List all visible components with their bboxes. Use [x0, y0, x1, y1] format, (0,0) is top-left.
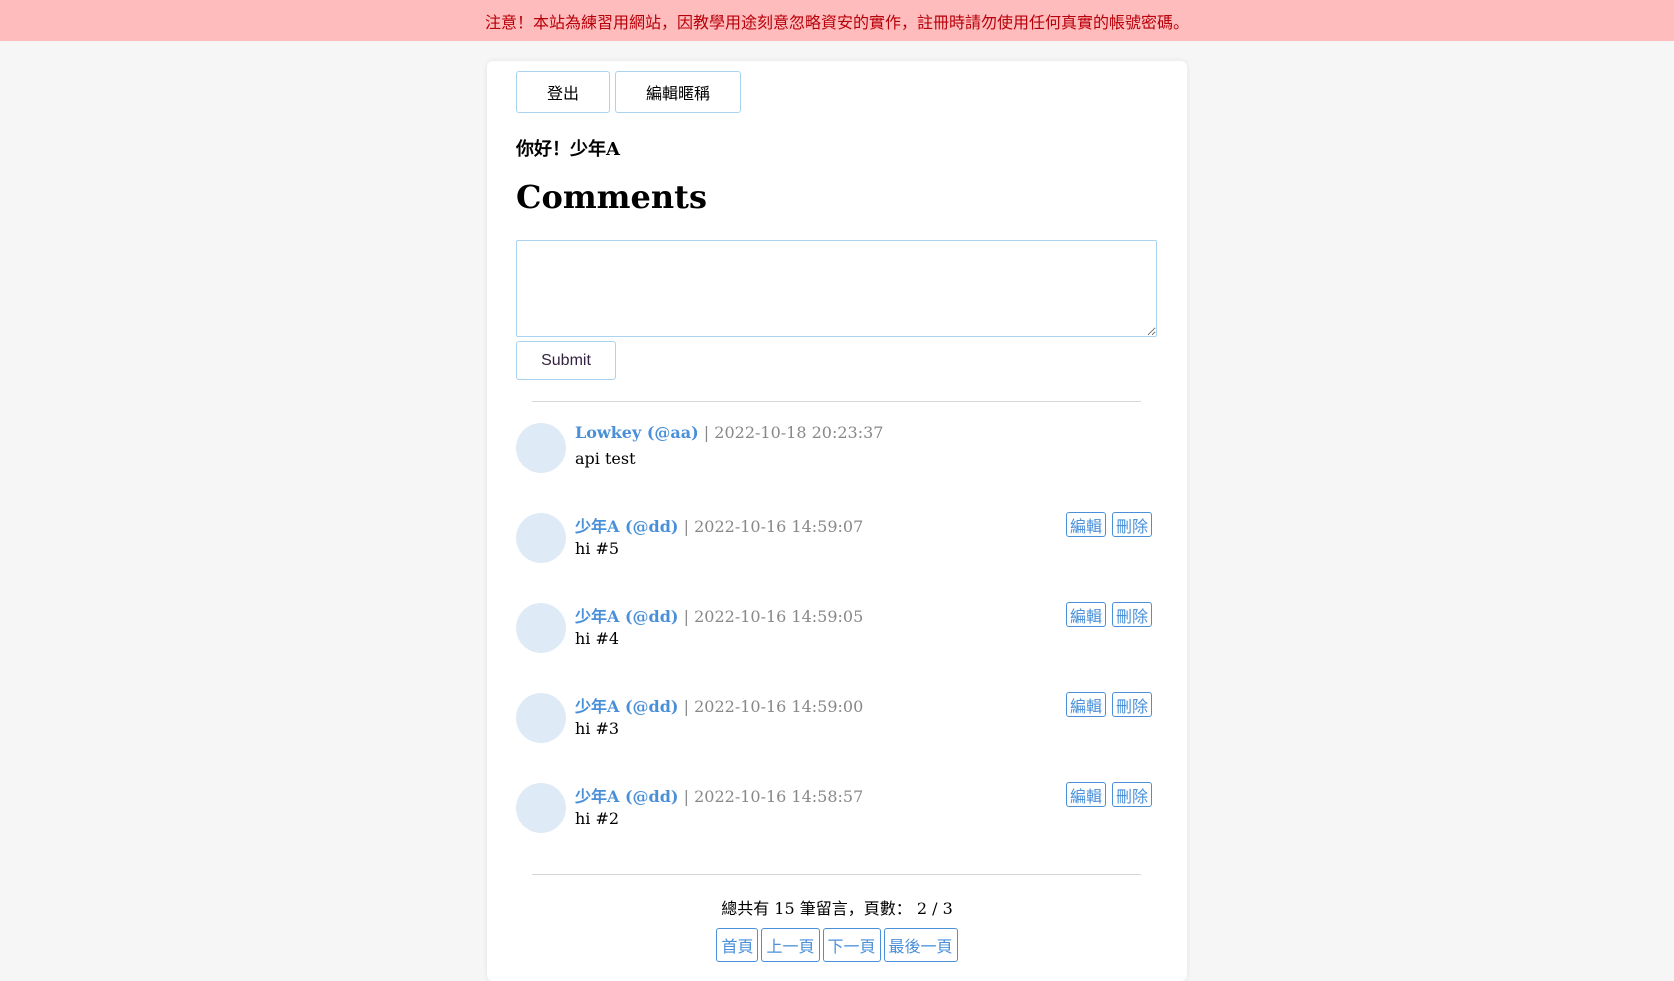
edit-nickname-button[interactable]: 編輯暱稱 — [615, 71, 741, 113]
comment-actions: 編輯 刪除 — [1065, 692, 1152, 717]
delete-comment-button[interactable]: 刪除 — [1111, 602, 1152, 627]
prev-page-button[interactable]: 上一頁 — [761, 928, 820, 962]
comment-content: hi #5 — [575, 539, 620, 558]
comment-content: hi #3 — [575, 719, 620, 738]
delete-comment-button[interactable]: 刪除 — [1111, 692, 1152, 717]
comment-header: 少年A (@dd) | 2022-10-16 14:59:07 — [575, 513, 863, 537]
comment-header: 少年A (@dd) | 2022-10-16 14:58:57 — [575, 783, 863, 807]
comment-time: 2022-10-16 14:59:05 — [694, 607, 864, 626]
comment-actions: 編輯 刪除 — [1065, 512, 1152, 537]
pagination: 首頁 上一頁 下一頁 最後一頁 — [487, 928, 1187, 962]
comment-separator: | — [703, 423, 710, 442]
comment-item: 少年A (@dd) | 2022-10-16 14:58:57 hi #2 編輯… — [516, 782, 1157, 843]
comment-author: 少年A (@dd) — [575, 607, 679, 626]
avatar — [516, 783, 566, 833]
comment-content: api test — [575, 449, 636, 468]
comment-actions: 編輯 刪除 — [1065, 602, 1152, 627]
warning-text: 注意！本站為練習用網站，因教學用途刻意忽略資安的實作，註冊時請勿使用任何真實的帳… — [484, 12, 1189, 32]
comment-header: 少年A (@dd) | 2022-10-16 14:59:05 — [575, 603, 863, 627]
avatar — [516, 693, 566, 743]
comment-author: 少年A (@dd) — [575, 787, 679, 806]
last-page-button[interactable]: 最後一頁 — [883, 928, 958, 962]
divider-bottom — [532, 874, 1141, 875]
warning-banner: 注意！本站為練習用網站，因教學用途刻意忽略資安的實作，註冊時請勿使用任何真實的帳… — [0, 0, 1674, 41]
comment-time: 2022-10-16 14:58:57 — [694, 787, 864, 806]
comment-time: 2022-10-18 20:23:37 — [714, 423, 884, 442]
comment-item: 少年A (@dd) | 2022-10-16 14:59:00 hi #3 編輯… — [516, 692, 1157, 753]
comment-separator: | — [683, 787, 689, 806]
comment-separator: | — [683, 517, 689, 536]
divider-top — [532, 401, 1141, 402]
comment-item: 少年A (@dd) | 2022-10-16 14:59:05 hi #4 編輯… — [516, 602, 1157, 663]
comment-author: 少年A (@dd) — [575, 517, 679, 536]
comment-header: Lowkey (@aa) | 2022-10-18 20:23:37 — [575, 423, 883, 442]
delete-comment-button[interactable]: 刪除 — [1111, 782, 1152, 807]
page-info: 總共有 15 筆留言，頁數： 2 / 3 — [721, 899, 953, 918]
submit-button[interactable]: Submit — [516, 341, 616, 380]
comment-separator: | — [683, 607, 689, 626]
avatar — [516, 603, 566, 653]
comment-textarea[interactable] — [516, 240, 1157, 337]
comment-separator: | — [683, 697, 689, 716]
next-page-button[interactable]: 下一頁 — [822, 928, 881, 962]
logout-button[interactable]: 登出 — [516, 71, 610, 113]
comment-content: hi #4 — [575, 629, 620, 648]
comment-author: Lowkey (@aa) — [575, 423, 699, 442]
edit-comment-button[interactable]: 編輯 — [1065, 782, 1106, 807]
comment-time: 2022-10-16 14:59:00 — [694, 697, 864, 716]
first-page-button[interactable]: 首頁 — [716, 928, 759, 962]
edit-comment-button[interactable]: 編輯 — [1065, 602, 1106, 627]
avatar — [516, 423, 566, 473]
edit-comment-button[interactable]: 編輯 — [1065, 692, 1106, 717]
greeting-text: 你好！少年A — [516, 139, 620, 160]
comment-time: 2022-10-16 14:59:07 — [694, 517, 864, 536]
edit-comment-button[interactable]: 編輯 — [1065, 512, 1106, 537]
comment-header: 少年A (@dd) | 2022-10-16 14:59:00 — [575, 693, 863, 717]
page-title: Comments — [516, 178, 707, 216]
comment-author: 少年A (@dd) — [575, 697, 679, 716]
comment-actions: 編輯 刪除 — [1065, 782, 1152, 807]
avatar — [516, 513, 566, 563]
comment-content: hi #2 — [575, 809, 620, 828]
comment-item: Lowkey (@aa) | 2022-10-18 20:23:37 api t… — [516, 423, 1157, 483]
comment-item: 少年A (@dd) | 2022-10-16 14:59:07 hi #5 編輯… — [516, 512, 1157, 573]
delete-comment-button[interactable]: 刪除 — [1111, 512, 1152, 537]
message-board: 登出 編輯暱稱 你好！少年A Comments Submit Lowkey (@… — [487, 61, 1187, 981]
